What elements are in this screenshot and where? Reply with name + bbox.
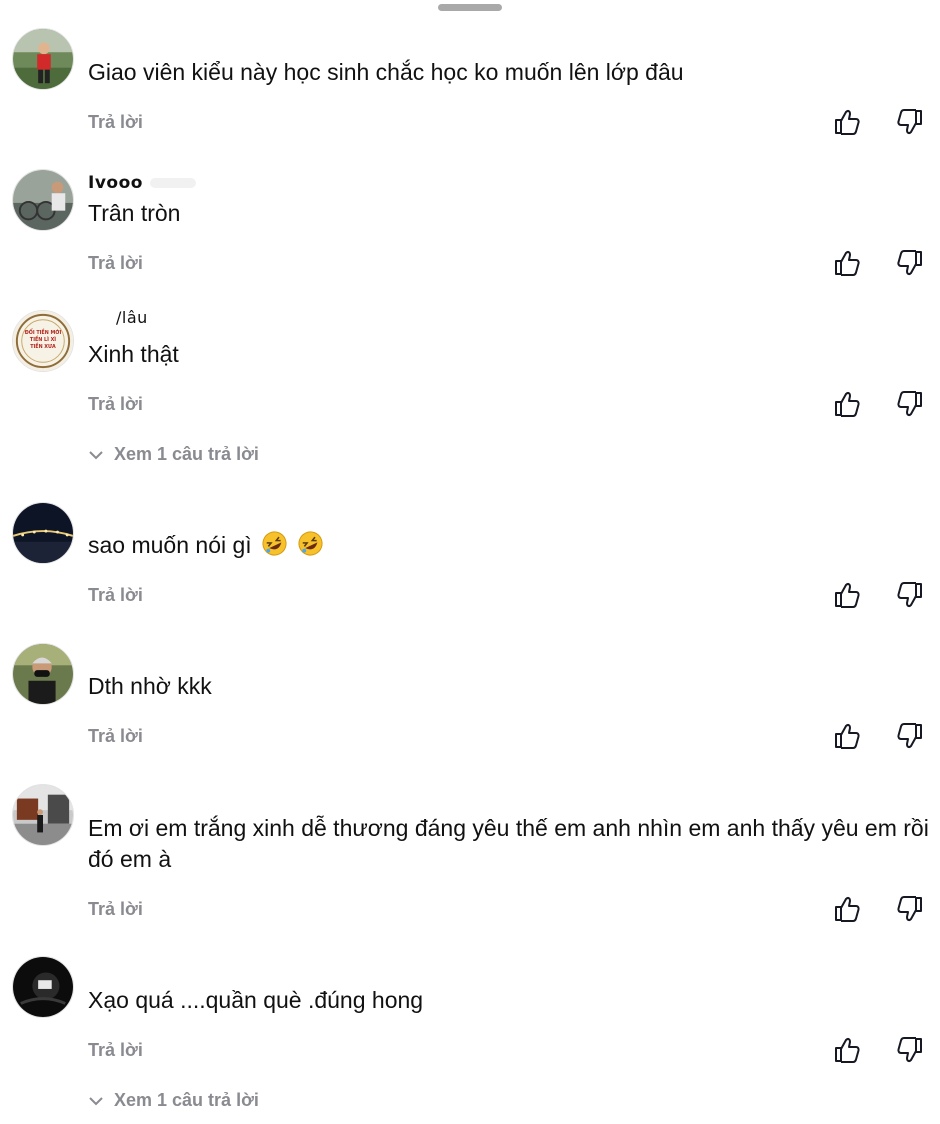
username-redaction [150,178,196,188]
comment-text: sao muốn nói gì [88,530,932,561]
comment-text-body: sao muốn nói gì [88,532,252,558]
avatar[interactable] [12,784,74,846]
avatar-image [13,785,73,845]
chevron-down-icon [89,450,103,459]
avatar-image [13,503,73,563]
avatar[interactable]: ĐỔI TIỀN MỚI TIỀN LÌ XÌ TIỀN XƯA [12,310,74,372]
thumbs-up-icon[interactable] [832,580,862,610]
thumbs-down-icon[interactable] [895,580,925,610]
avatar[interactable] [12,28,74,90]
thumbs-down-icon[interactable] [895,1035,925,1065]
thumbs-up-icon[interactable] [832,389,862,419]
reply-button[interactable]: Trả lời [88,585,143,606]
thumbs-up-icon[interactable] [832,1035,862,1065]
comment-text: Xinh thật [88,341,179,367]
comment-username[interactable]: /lâu [116,308,148,327]
avatar[interactable] [12,956,74,1018]
avatar-image [13,644,73,704]
thumbs-up-icon[interactable] [832,107,862,137]
avatar[interactable] [12,169,74,231]
avatar-image [13,957,73,1017]
reply-button[interactable]: Trả lời [88,1040,143,1061]
view-replies-label: Xem 1 câu trả lời [114,444,259,464]
thumbs-up-icon[interactable] [832,721,862,751]
comment-text: Em ơi em trắng xinh dễ thương đáng yêu t… [88,815,929,872]
reply-button[interactable]: Trả lời [88,899,143,920]
view-replies-label: Xem 1 câu trả lời [114,1090,259,1110]
thumbs-down-icon[interactable] [895,721,925,751]
reply-button[interactable]: Trả lời [88,112,143,133]
chevron-down-icon [89,1096,103,1105]
comment-text: Giao viên kiểu này học sinh chắc học ko … [88,59,684,85]
avatar-image: ĐỔI TIỀN MỚI TIỀN LÌ XÌ TIỀN XƯA [13,311,73,371]
rolling-on-floor-laughing-icon [297,530,324,557]
comment-text: Dth nhờ kkk [88,673,212,699]
reply-button[interactable]: Trả lời [88,253,143,274]
thumbs-down-icon[interactable] [895,894,925,924]
reply-button[interactable]: Trả lời [88,726,143,747]
thumbs-up-icon[interactable] [832,248,862,278]
avatar[interactable] [12,502,74,564]
avatar[interactable] [12,643,74,705]
view-replies-button[interactable]: Xem 1 câu trả lời [88,444,259,465]
drag-handle[interactable] [438,4,502,11]
thumbs-up-icon[interactable] [832,894,862,924]
comment-username[interactable]: Ivooo [88,173,143,193]
thumbs-down-icon[interactable] [895,389,925,419]
avatar-image [13,29,73,89]
rolling-on-floor-laughing-icon [261,530,288,557]
comment-text: Xạo quá ....quần què .đúng hong [88,987,424,1013]
thumbs-down-icon[interactable] [895,248,925,278]
comment-text: Trân tròn [88,200,181,226]
avatar-image [13,170,73,230]
thumbs-down-icon[interactable] [895,107,925,137]
reply-button[interactable]: Trả lời [88,394,143,415]
view-replies-button[interactable]: Xem 1 câu trả lời [88,1090,259,1111]
